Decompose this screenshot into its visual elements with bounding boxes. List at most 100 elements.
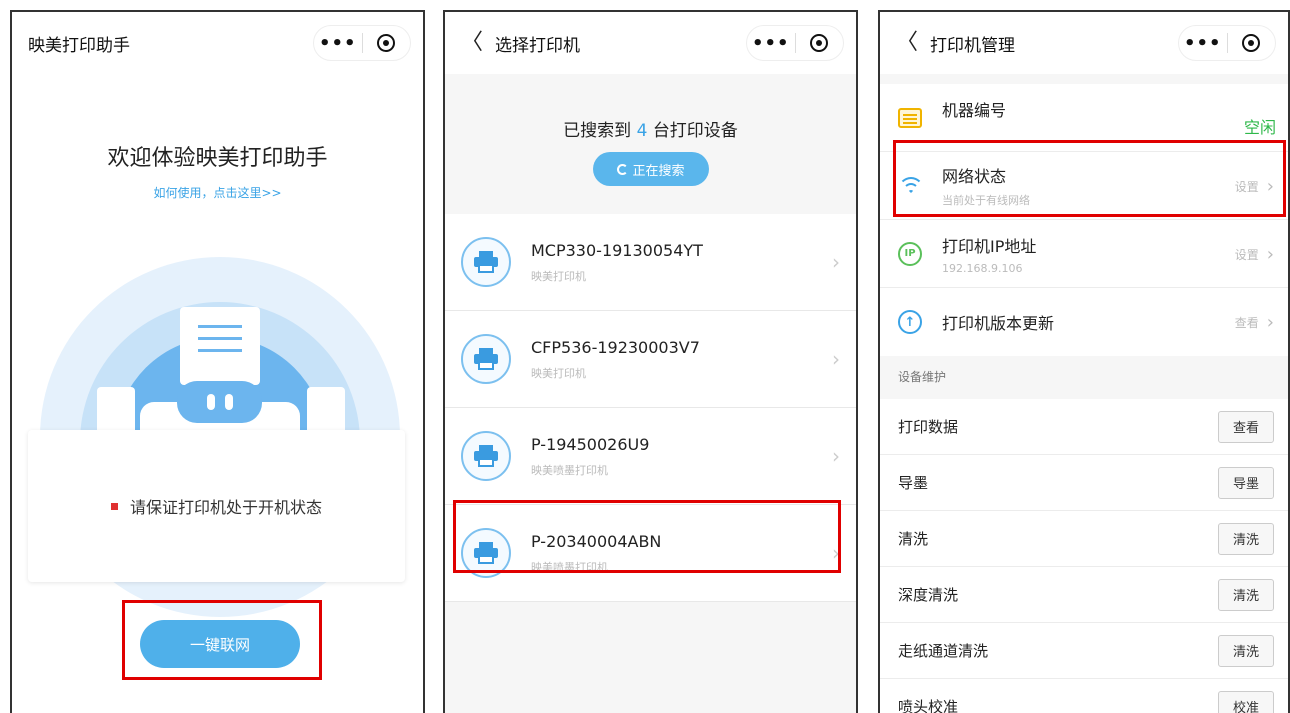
ip-badge: IP xyxy=(898,241,922,266)
network-status-label: 网络状态 xyxy=(942,167,1007,186)
deep-clean-button[interactable]: 清洗 xyxy=(1218,578,1274,611)
maintenance-list: 打印数据 查看 导墨 导墨 清洗 清洗 深度清洗 清洗 走纸通道清洗 清洗 喷头校准 校准 xyxy=(880,399,1288,713)
ink-guide-button[interactable]: 导墨 xyxy=(1218,466,1274,499)
maintenance-item: 清洗 清洗 xyxy=(880,511,1288,567)
status-badge: 空闲 xyxy=(1243,118,1276,137)
printer-type: 映美喷墨打印机 xyxy=(531,463,608,477)
robot-face-icon xyxy=(177,381,262,423)
ip-icon: IP xyxy=(898,241,922,266)
maintenance-label: 导墨 xyxy=(898,474,929,492)
printer-item[interactable]: P-19450026U9 映美喷墨打印机 › xyxy=(445,408,856,505)
back-arrow-icon[interactable]: 〈 xyxy=(461,32,483,54)
paper-icon xyxy=(180,307,260,385)
chevron-right-icon: › xyxy=(1266,244,1274,265)
maintenance-item: 导墨 导墨 xyxy=(880,455,1288,511)
one-click-connect-button[interactable]: 一键联网 xyxy=(140,620,300,668)
spinner-icon xyxy=(617,163,629,175)
printer-type: 映美喷墨打印机 xyxy=(531,560,608,574)
upload-arrow-icon: ↑ xyxy=(898,310,922,334)
ip-address-row[interactable]: IP 打印机IP地址 192.168.9.106 设置 › xyxy=(880,220,1288,288)
found-devices-text: 已搜索到 4 台打印设备 xyxy=(445,116,856,141)
printer-item[interactable]: MCP330-19130054YT 映美打印机 › xyxy=(445,214,856,311)
printer-icon xyxy=(461,431,511,481)
welcome-title: 欢迎体验映美打印助手 xyxy=(107,146,328,171)
wifi-icon xyxy=(898,174,922,198)
nav-title: 映美打印助手 xyxy=(28,35,130,56)
back-arrow-icon[interactable]: 〈 xyxy=(896,32,918,54)
nav-bar: 映美打印助手 ••• xyxy=(12,12,423,74)
bullet-icon xyxy=(110,502,118,510)
more-menu-icon[interactable]: ••• xyxy=(1179,33,1227,54)
printer-type: 映美打印机 xyxy=(531,269,586,283)
printer-name: P-19450026U9 xyxy=(531,434,650,454)
target-icon xyxy=(1242,34,1261,52)
view-label: 查看 xyxy=(1234,316,1259,330)
power-on-notice: 请保证打印机处于开机状态 xyxy=(129,498,322,517)
printer-list: MCP330-19130054YT 映美打印机 › CFP536-19230003… xyxy=(445,214,856,602)
maintenance-item: 深度清洗 清洗 xyxy=(880,567,1288,623)
maintenance-item: 走纸通道清洗 清洗 xyxy=(880,623,1288,679)
settings-label: 设置 xyxy=(1234,180,1259,194)
printer-item[interactable]: CFP536-19230003V7 映美打印机 › xyxy=(445,311,856,408)
found-prefix: 已搜索到 xyxy=(563,121,632,141)
ip-settings-link[interactable]: 设置 › xyxy=(1235,244,1274,265)
printer-type: 映美打印机 xyxy=(531,366,586,380)
found-count: 4 xyxy=(636,121,648,141)
printer-settings-list: 机器编号 空闲 网络状态当前处于有线网络 设置 › IP 打印机IP地址 192.1… xyxy=(880,84,1288,356)
how-to-use-link[interactable]: 如何使用，点击这里>> xyxy=(12,184,423,201)
chevron-right-icon: › xyxy=(832,541,840,565)
close-program-button[interactable] xyxy=(796,34,844,52)
screen-welcome: 映美打印助手 ••• 欢迎体验映美打印助手 如何使用，点击这里>> 请保证打印机… xyxy=(10,10,425,713)
firmware-view-link[interactable]: 查看 › xyxy=(1235,312,1274,333)
machine-id-label: 机器编号 xyxy=(942,100,1007,120)
searching-button[interactable]: 正在搜索 xyxy=(593,152,709,186)
mini-program-capsule: ••• xyxy=(746,25,844,61)
firmware-update-label: 打印机版本更新 xyxy=(942,314,1055,333)
clean-button[interactable]: 清洗 xyxy=(1218,522,1274,555)
printer-icon xyxy=(461,237,511,287)
paper-path-clean-button[interactable]: 清洗 xyxy=(1218,634,1274,667)
maintenance-label: 深度清洗 xyxy=(898,586,959,604)
maintenance-item: 喷头校准 校准 xyxy=(880,679,1288,713)
printer-icon xyxy=(461,334,511,384)
network-status-row[interactable]: 网络状态当前处于有线网络 设置 › xyxy=(880,152,1288,220)
settings-label: 设置 xyxy=(1234,248,1259,262)
printer-item[interactable]: P-20340004ABN 映美喷墨打印机 › xyxy=(445,505,856,602)
maintenance-label: 打印数据 xyxy=(898,418,959,436)
machine-id-row: 机器编号 空闲 xyxy=(880,84,1288,152)
network-status-value: 当前处于有线网络 xyxy=(942,194,1030,207)
printer-name: P-20340004ABN xyxy=(531,531,662,551)
maintenance-label: 喷头校准 xyxy=(898,698,959,713)
more-menu-icon[interactable]: ••• xyxy=(314,33,362,54)
chevron-right-icon: › xyxy=(832,250,840,274)
close-program-button[interactable] xyxy=(363,34,411,52)
view-print-data-button[interactable]: 查看 xyxy=(1218,410,1274,443)
printer-name: MCP330-19130054YT xyxy=(531,240,703,260)
searching-label: 正在搜索 xyxy=(632,163,685,179)
chevron-right-icon: › xyxy=(1266,176,1274,197)
target-icon xyxy=(810,34,829,52)
ip-address-value: 192.168.9.106 xyxy=(942,261,1023,275)
printer-icon xyxy=(461,528,511,578)
nozzle-calibrate-button[interactable]: 校准 xyxy=(1218,690,1274,713)
notice-card: 请保证打印机处于开机状态 xyxy=(28,430,405,582)
up-arrow: ↑ xyxy=(898,310,922,334)
ip-address-label: 打印机IP地址 xyxy=(942,236,1037,256)
firmware-update-row[interactable]: ↑ 打印机版本更新 查看 › xyxy=(880,288,1288,356)
target-icon xyxy=(377,34,396,52)
nav-bar: 〈 选择打印机 ••• xyxy=(445,12,856,74)
nav-title: 选择打印机 xyxy=(495,35,581,56)
more-menu-icon[interactable]: ••• xyxy=(747,33,795,54)
mini-program-capsule: ••• xyxy=(1178,25,1276,61)
search-header: 已搜索到 4 台打印设备 正在搜索 xyxy=(445,84,856,212)
device-list-icon xyxy=(898,106,922,130)
maintenance-item: 打印数据 查看 xyxy=(880,399,1288,455)
maintenance-section-title: 设备维护 xyxy=(898,370,947,384)
screen-select-printer: 〈 选择打印机 ••• 已搜索到 4 台打印设备 正在搜索 MCP330-191… xyxy=(443,10,858,713)
close-program-button[interactable] xyxy=(1228,34,1276,52)
maintenance-label: 走纸通道清洗 xyxy=(898,642,989,660)
found-suffix: 台打印设备 xyxy=(652,121,738,141)
maintenance-label: 清洗 xyxy=(898,530,929,548)
chevron-right-icon: › xyxy=(832,444,840,468)
network-settings-link[interactable]: 设置 › xyxy=(1235,176,1274,197)
